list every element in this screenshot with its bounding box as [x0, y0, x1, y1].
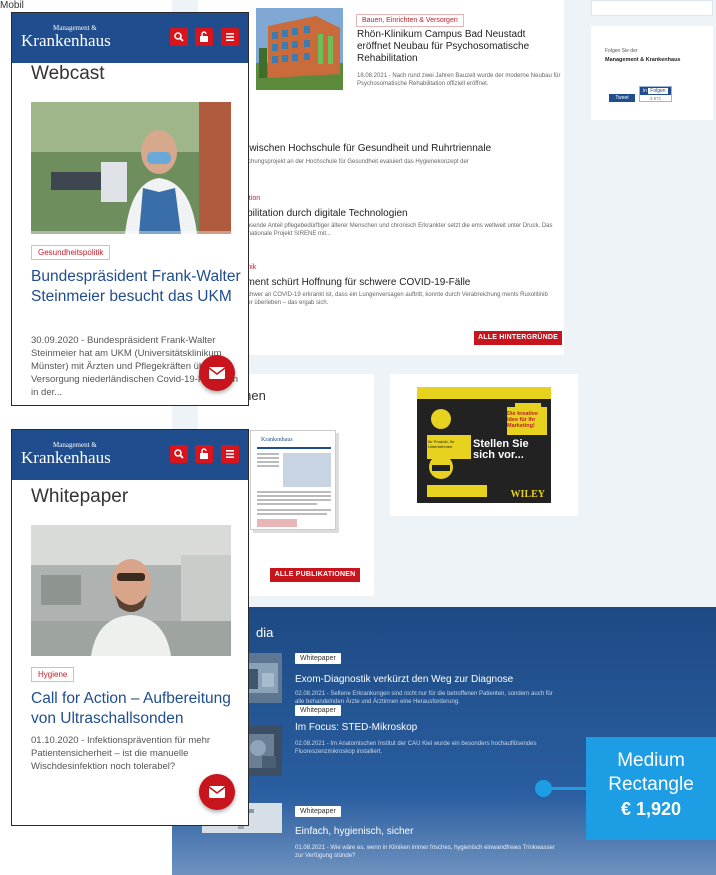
search-icon[interactable]: [170, 445, 188, 463]
book-headline: Stellen Sie sich vor...: [473, 438, 529, 461]
follow-label-2: Management & Krankenhaus: [605, 57, 681, 63]
search-icon[interactable]: [170, 28, 188, 46]
article-category-tag[interactable]: Hygiene: [31, 667, 75, 682]
media-text: 02.08.2021 - Seltene Erkrankungen sind n…: [295, 691, 553, 705]
mobile-header: Management & Krankenhaus: [12, 430, 248, 480]
mobile-mockup-webcast: Management & Krankenhaus Webcast Gesundh: [11, 12, 249, 406]
article-image-building[interactable]: [256, 8, 343, 90]
mail-icon[interactable]: [199, 774, 235, 810]
caption: Mobil: [0, 0, 24, 11]
media-title[interactable]: Einfach, hygienisch, sicher: [295, 826, 413, 837]
video-progress[interactable]: [31, 231, 231, 234]
webcast-photo: [31, 102, 231, 234]
list-item[interactable]: nikation habilitation durch digitale Tec…: [236, 195, 558, 238]
linkedin-follow-button[interactable]: in Folgen 3.871: [639, 86, 672, 102]
all-background-button[interactable]: ALLE HINTERGRÜNDE: [474, 331, 562, 345]
book-brand: WILEY: [510, 489, 545, 500]
lock-icon[interactable]: [195, 28, 213, 46]
section-heading: Webcast: [31, 63, 105, 84]
list-item-title: kament schürt Hoffnung für schwere COVID…: [236, 277, 471, 288]
badge-line-1: Medium: [617, 750, 685, 771]
book-top-band: [417, 387, 551, 399]
mail-icon[interactable]: [199, 355, 235, 391]
media-tag[interactable]: Whitepaper: [295, 705, 341, 716]
book-ad-card: Die kreative Idee für Ihr Marketing! Ste…: [390, 374, 578, 516]
lock-icon[interactable]: [195, 445, 213, 463]
medium-rectangle-badge: Medium Rectangle € 1,920: [586, 737, 716, 840]
media-text: 02.08.2021 - Im Anatomischen Institut de…: [295, 741, 537, 755]
article-category-tag[interactable]: Gesundheitspolitik: [31, 245, 111, 260]
whitepaper-image[interactable]: [31, 525, 231, 656]
book-cover[interactable]: Die kreative Idee für Ihr Marketing! Ste…: [417, 387, 551, 503]
menu-icon[interactable]: [221, 445, 239, 463]
book-subline: Ihr Produkt, Ihr Unternehmen: [428, 439, 455, 449]
svg-text:Krankenhaus: Krankenhaus: [261, 437, 293, 443]
webcast-video-thumb[interactable]: [31, 102, 231, 234]
tweet-button[interactable]: Tweet: [609, 94, 635, 102]
mobile-mockup-whitepaper: Management & Krankenhaus Whitepaper Hygi…: [11, 429, 249, 826]
article-tag[interactable]: Bauen, Einrichten & Versorgen: [356, 14, 464, 27]
list-item-topic: nikation: [236, 195, 558, 202]
article-title[interactable]: Rhön-Klinikum Campus Bad Neustadt eröffn…: [357, 29, 557, 65]
list-item-extra: 21: [236, 166, 556, 174]
article-text: 18.08.2021 - Nach rund zwei Jahren Bauze…: [357, 73, 561, 87]
logo-big: Krankenhaus: [21, 448, 111, 467]
site-logo[interactable]: Management & Krankenhaus: [21, 441, 111, 467]
social-follow-box: Folgen Sie der Management & Krankenhaus …: [591, 26, 713, 120]
follow-label-1: Folgen Sie der: [605, 48, 638, 54]
article-teaser: 01.10.2020 - Infektionsprävention für me…: [31, 735, 211, 772]
media-tag[interactable]: Whitepaper: [295, 653, 341, 664]
list-item-topic: echnik: [236, 264, 566, 271]
all-publications-button[interactable]: ALLE PUBLIKATIONEN: [270, 568, 360, 582]
article-title[interactable]: Call for Action – Aufbereitung von Ultra…: [31, 689, 241, 729]
magazine-cover[interactable]: Krankenhaus: [250, 430, 336, 530]
media-title[interactable]: Exom-Diagnostik verkürzt den Weg zur Dia…: [295, 674, 513, 685]
building-photo: [256, 8, 343, 90]
follow-count: 3.871: [649, 96, 662, 101]
magazine-image: Krankenhaus: [257, 437, 331, 527]
linkedin-follow-top: in Folgen: [640, 87, 671, 95]
whitepaper-photo: [31, 525, 231, 656]
list-item[interactable]: n zwischen Hochschule für Gesundheit und…: [236, 143, 556, 174]
list-item-text: so schwer an COVID-19 erkrankt ist, dass…: [236, 292, 548, 306]
mobile-header: Management & Krankenhaus: [12, 13, 248, 63]
list-item-title: habilitation durch digitale Technologien: [236, 208, 408, 219]
follow-label: Folgen: [648, 88, 668, 94]
media-title[interactable]: Im Focus: STED-Mikroskop: [295, 722, 417, 733]
section-heading: Whitepaper: [31, 486, 129, 507]
article-title[interactable]: Bundespräsident Frank-Walter Steinmeier …: [31, 267, 241, 307]
media-heading: dia: [256, 625, 274, 640]
list-item[interactable]: echnik kament schürt Hoffnung für schwer…: [236, 264, 566, 307]
badge-price: € 1,920: [620, 799, 682, 819]
tweet-label: Tweet: [615, 95, 629, 101]
logo-big: Krankenhaus: [21, 31, 111, 50]
list-item-title: n zwischen Hochschule für Gesundheit und…: [236, 143, 492, 154]
badge-dot: [535, 780, 552, 797]
list-item-text: Forschungsprojekt an der Hochschule für …: [236, 159, 469, 165]
media-text: 01.08.2021 - Wie wäre es, wenn in Klinik…: [295, 845, 555, 859]
badge-line-2: Rectangle: [608, 774, 694, 795]
media-tag[interactable]: Whitepaper: [295, 806, 341, 817]
site-logo[interactable]: Management & Krankenhaus: [21, 24, 111, 50]
book-slogan: Die kreative Idee für Ihr Marketing!: [507, 411, 538, 429]
list-item-text: wachsende Anteil pflegebedürftiger älter…: [236, 223, 553, 237]
menu-icon[interactable]: [221, 28, 239, 46]
sidebar-top-box: [591, 0, 713, 16]
